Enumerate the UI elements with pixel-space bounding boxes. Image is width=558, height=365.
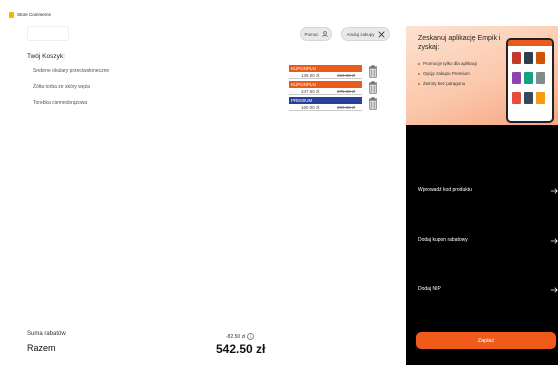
bullet-icon xyxy=(418,73,420,75)
cancel-purchase-button[interactable]: Anuluj zakupy xyxy=(341,27,390,41)
arrow-right-icon xyxy=(550,188,558,194)
item-name: Torebka ciemnobrązowa xyxy=(33,100,88,106)
item-name: Żółta torba ze skóry węża xyxy=(33,84,90,90)
item-price-original: 275.00 zł xyxy=(337,89,356,94)
promo-bullet-text: Opcję zakupu Premium xyxy=(423,71,470,76)
info-icon[interactable]: i xyxy=(247,333,255,340)
cart-item: Srebrne okulary przeciwsłoneczne KUPONPL… xyxy=(27,65,382,81)
cancel-label: Anuluj zakupy xyxy=(346,31,375,37)
cart-item: Torebka ciemnobrązowa PREMIUM 160.00 zł … xyxy=(27,97,382,113)
window-title: Store Commerce xyxy=(17,12,52,17)
promo-bullet: Zwroty bez paragonu xyxy=(418,79,477,89)
promo-bullet-text: Promocje tylko dla aplikacji xyxy=(423,61,478,66)
price-row: 247.50 zł 275.00 zł xyxy=(289,88,362,95)
add-coupon-label: Dodaj kupon rabatowy xyxy=(418,237,468,243)
coupon-badge: KUPONPLN xyxy=(289,65,362,72)
pay-button[interactable]: Zapłać xyxy=(416,332,556,349)
item-price: KUPONPLN 247.50 zł 275.00 zł xyxy=(289,81,362,95)
cart-items: Srebrne okulary przeciwsłoneczne KUPONPL… xyxy=(27,65,382,113)
arrow-right-icon xyxy=(550,238,558,244)
book-cover xyxy=(536,92,545,104)
discount-total-value: -82.50 zł xyxy=(226,333,246,340)
book-cover xyxy=(512,52,521,64)
price-row: 135.00 zł 150.00 zł xyxy=(289,72,362,79)
book-cover xyxy=(524,52,533,64)
total-value: 542.50 zł xyxy=(216,342,266,356)
add-nip-button[interactable]: Dodaj NIP xyxy=(406,283,558,299)
actions-pane: Zeskanuj aplikację Empik i zyskaj: Promo… xyxy=(406,26,558,365)
book-cover xyxy=(512,92,521,104)
cart-pane: Pomoc Anuluj zakupy Twój Koszyk: Srebrne… xyxy=(0,26,406,365)
item-price-original: 150.00 zł xyxy=(337,73,356,78)
phone-mockup-image xyxy=(506,38,554,123)
premium-badge: PREMIUM xyxy=(289,97,362,104)
item-price-discounted: 135.00 zł xyxy=(301,73,320,78)
promo-bullet-text: Zwroty bez paragonu xyxy=(423,81,466,86)
book-cover xyxy=(536,72,545,84)
add-coupon-button[interactable]: Dodaj kupon rabatowy xyxy=(406,234,558,250)
app-promo-banner: Zeskanuj aplikację Empik i zyskaj: Promo… xyxy=(406,26,558,125)
help-label: Pomoc xyxy=(304,31,319,37)
trash-icon[interactable] xyxy=(368,81,378,94)
coupon-badge: KUPONPLN xyxy=(289,81,362,88)
promo-bullet: Opcję zakupu Premium xyxy=(418,69,477,79)
enter-product-code-button[interactable]: Wprowadź kod produktu xyxy=(406,184,558,200)
trash-icon[interactable] xyxy=(368,65,378,78)
item-price: PREMIUM 160.00 zł 200.00 zł xyxy=(289,97,362,111)
item-price-original: 200.00 zł xyxy=(337,105,356,110)
arrow-right-icon xyxy=(550,287,558,293)
promo-bullet: Promocje tylko dla aplikacji xyxy=(418,59,477,69)
person-icon xyxy=(321,31,328,37)
book-cover xyxy=(524,72,533,84)
discount-total-label: Suma rabatów xyxy=(27,331,66,337)
app-icon xyxy=(9,12,14,18)
bullet-icon xyxy=(418,83,420,85)
cart-title: Twój Koszyk: xyxy=(27,53,65,60)
trash-icon[interactable] xyxy=(368,97,378,110)
book-cover xyxy=(524,92,533,104)
promo-title: Zeskanuj aplikację Empik i zyskaj: xyxy=(418,35,501,51)
total-label: Razem xyxy=(27,343,56,353)
promo-bullets: Promocje tylko dla aplikacji Opcję zakup… xyxy=(418,59,477,89)
help-button[interactable]: Pomoc xyxy=(300,27,332,41)
item-price-discounted: 160.00 zł xyxy=(301,105,320,110)
title-bar: Store Commerce xyxy=(0,0,558,26)
item-price-discounted: 247.50 zł xyxy=(301,89,320,94)
cart-item: Żółta torba ze skóry węża KUPONPLN 247.5… xyxy=(27,81,382,97)
item-price: KUPONPLN 135.00 zł 150.00 zł xyxy=(289,65,362,79)
discount-total: -82.50 zł i xyxy=(226,333,255,340)
close-icon xyxy=(377,30,385,38)
bullet-icon xyxy=(418,63,420,65)
book-cover xyxy=(512,72,521,84)
phone-app-header xyxy=(508,40,552,46)
logo-placeholder xyxy=(27,26,69,41)
enter-product-code-label: Wprowadź kod produktu xyxy=(418,187,472,193)
book-cover xyxy=(536,52,545,64)
add-nip-label: Dodaj NIP xyxy=(418,286,441,292)
item-name: Srebrne okulary przeciwsłoneczne xyxy=(33,68,110,74)
price-row: 160.00 zł 200.00 zł xyxy=(289,104,362,111)
